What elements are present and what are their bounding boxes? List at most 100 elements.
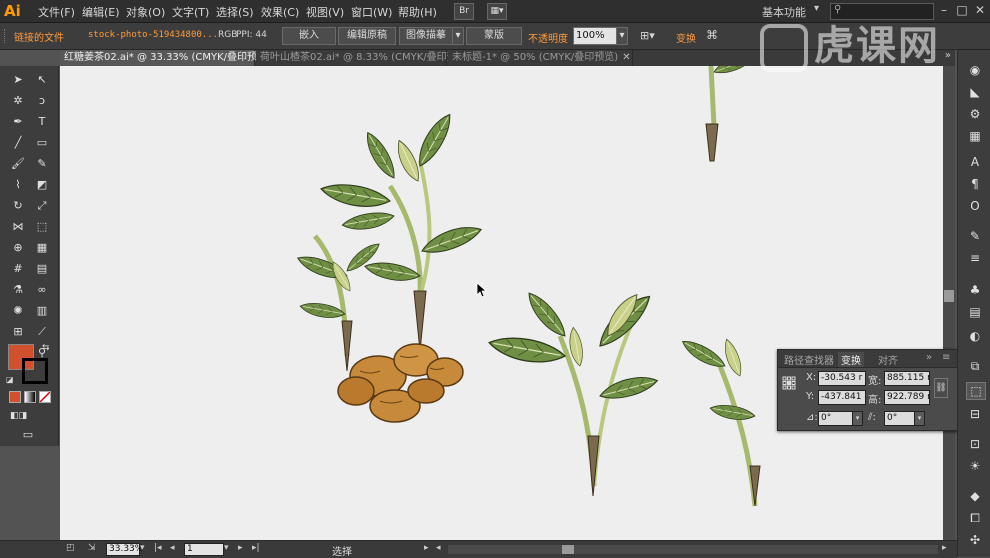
menu-help[interactable]: 帮助(H) bbox=[398, 4, 437, 20]
reference-point-grid-icon[interactable] bbox=[782, 376, 796, 390]
align-icon[interactable]: ⌘ bbox=[706, 28, 718, 42]
next-artboard-icon[interactable]: ▸ bbox=[238, 543, 243, 553]
close-icon[interactable]: ✕ bbox=[622, 52, 630, 63]
opacity-dropdown-icon[interactable]: ▾ bbox=[616, 27, 628, 45]
color-guide-panel-icon[interactable]: ◣ bbox=[966, 84, 984, 100]
pen-tool-icon[interactable]: ✒ bbox=[10, 115, 26, 129]
lasso-tool-icon[interactable]: ↄ bbox=[34, 94, 50, 108]
status-options-icon[interactable]: ▸ bbox=[424, 543, 429, 553]
symbol-sprayer-tool-icon[interactable]: ✺ bbox=[10, 304, 26, 318]
vertical-scrollbar[interactable] bbox=[943, 66, 955, 540]
horizontal-scroll-thumb[interactable] bbox=[562, 545, 574, 554]
arrange-documents-icon[interactable]: ▦▾ bbox=[487, 3, 507, 20]
gradient-panel-icon[interactable]: ▤ bbox=[966, 304, 984, 320]
gradient-tool-icon[interactable]: ▤ bbox=[34, 262, 50, 276]
menu-select[interactable]: 选择(S) bbox=[216, 4, 254, 20]
y-position-input[interactable]: -437.841 bbox=[818, 390, 866, 405]
tab-pathfinder[interactable]: 路径查找器 bbox=[784, 352, 834, 367]
appearance-panel-icon[interactable]: ⊡ bbox=[966, 436, 984, 452]
scale-tool-icon[interactable]: ⤢ bbox=[34, 199, 50, 213]
minimize-button[interactable]: – bbox=[936, 2, 952, 18]
tab-align[interactable]: 对齐 bbox=[878, 352, 898, 367]
stroke-color-swatch[interactable] bbox=[22, 358, 48, 384]
first-artboard-icon[interactable]: |◂ bbox=[154, 543, 162, 553]
screen-mode-icon[interactable]: ▭ bbox=[20, 428, 36, 442]
menu-object[interactable]: 对象(O) bbox=[126, 4, 165, 20]
perspective-grid-tool-icon[interactable]: ▦ bbox=[34, 241, 50, 255]
image-trace-button[interactable]: 图像描摹 bbox=[399, 27, 453, 45]
workspace-dropdown-icon[interactable]: ▾ bbox=[814, 3, 819, 14]
rotate-angle-input[interactable]: 0° bbox=[818, 411, 854, 426]
grip-handle[interactable] bbox=[4, 29, 9, 43]
zoom-dropdown-icon[interactable]: ▾ bbox=[140, 543, 145, 553]
transform-panel-icon[interactable]: ⬚ bbox=[966, 382, 986, 400]
shear-angle-dropdown-icon[interactable]: ▾ bbox=[914, 411, 925, 426]
character-panel-icon[interactable]: A bbox=[966, 154, 984, 170]
mesh-tool-icon[interactable]: # bbox=[10, 262, 26, 276]
direct-selection-tool-icon[interactable]: ↖ bbox=[34, 73, 50, 87]
drawing-mode-icon[interactable]: ◧◨ bbox=[10, 409, 27, 423]
paintbrush-tool-icon[interactable]: 🖌 bbox=[10, 157, 26, 171]
paragraph-panel-icon[interactable]: ¶ bbox=[966, 176, 984, 192]
maximize-button[interactable]: □ bbox=[954, 2, 970, 18]
last-artboard-icon[interactable]: ▸| bbox=[252, 543, 260, 553]
artboard-number-input[interactable]: 1 bbox=[184, 543, 224, 556]
bridge-icon[interactable]: Br bbox=[454, 3, 474, 20]
width-input[interactable]: 885.115 r bbox=[884, 371, 930, 386]
menu-effect[interactable]: 效果(C) bbox=[261, 4, 299, 20]
menu-type[interactable]: 文字(T) bbox=[172, 4, 209, 20]
close-button[interactable]: ✕ bbox=[972, 2, 988, 18]
menu-window[interactable]: 窗口(W) bbox=[351, 4, 392, 20]
artboard-canvas[interactable] bbox=[60, 66, 943, 540]
opacity-label[interactable]: 不透明度 bbox=[528, 30, 568, 45]
embed-button[interactable]: 嵌入 bbox=[282, 27, 336, 45]
transform-link[interactable]: 变换 bbox=[676, 30, 696, 45]
tab-document-1[interactable]: 红糖姜茶02.ai* @ 33.33% (CMYK/叠印预览)✕ bbox=[60, 50, 283, 66]
opacity-input[interactable]: 100% bbox=[573, 27, 617, 45]
swap-fill-stroke-icon[interactable]: ⇆ bbox=[42, 343, 50, 353]
scroll-left-icon[interactable]: ◂ bbox=[436, 543, 441, 553]
rotate-tool-icon[interactable]: ↻ bbox=[10, 199, 26, 213]
height-input[interactable]: 922.789 r bbox=[884, 390, 930, 405]
menu-view[interactable]: 视图(V) bbox=[306, 4, 344, 20]
horizontal-scrollbar[interactable] bbox=[448, 545, 938, 554]
transparency-panel-icon[interactable]: ◐ bbox=[966, 328, 984, 344]
tab-document-2[interactable]: 荷叶山楂茶02.ai* @ 8.33% (CMYK/叠印预览)✕ bbox=[256, 50, 483, 66]
column-graph-tool-icon[interactable]: ▥ bbox=[34, 304, 50, 318]
panel-menu-icon[interactable]: ≡ bbox=[942, 352, 950, 363]
kuler-panel-icon[interactable]: ⚙ bbox=[966, 106, 984, 122]
pathfinder-panel-icon[interactable]: ⧉ bbox=[966, 358, 984, 374]
default-fill-stroke-icon[interactable]: ◪ bbox=[6, 375, 14, 384]
selection-tool-icon[interactable]: ➤ bbox=[10, 73, 26, 87]
artboards-panel-icon[interactable]: ⧠ bbox=[966, 510, 984, 526]
type-tool-icon[interactable]: T bbox=[34, 115, 50, 129]
color-mode-button[interactable] bbox=[9, 391, 21, 403]
eraser-tool-icon[interactable]: ◩ bbox=[34, 178, 50, 192]
blob-brush-tool-icon[interactable]: ⌇ bbox=[10, 178, 26, 192]
magic-wand-tool-icon[interactable]: ✲ bbox=[10, 94, 26, 108]
rectangle-tool-icon[interactable]: ▭ bbox=[34, 136, 50, 150]
rotate-angle-dropdown-icon[interactable]: ▾ bbox=[852, 411, 863, 426]
tab-document-3[interactable]: 未标题-1* @ 50% (CMYK/叠印预览) ✕ bbox=[448, 50, 633, 66]
line-tool-icon[interactable]: ╱ bbox=[10, 136, 26, 150]
stroke-panel-icon[interactable]: ≡ bbox=[966, 250, 984, 266]
panel-collapse-icon[interactable]: » bbox=[926, 352, 932, 363]
vertical-scroll-thumb[interactable] bbox=[944, 290, 954, 302]
gradient-mode-button[interactable] bbox=[24, 391, 36, 403]
constrain-proportions-link-icon[interactable]: ⛓ bbox=[934, 378, 948, 398]
menu-edit[interactable]: 编辑(E) bbox=[82, 4, 120, 20]
shape-builder-tool-icon[interactable]: ⊕ bbox=[10, 241, 26, 255]
free-transform-tool-icon[interactable]: ⬚ bbox=[34, 220, 50, 234]
recolor-icon[interactable]: ⊞▾ bbox=[640, 29, 655, 42]
symbols-panel-icon[interactable]: ♣ bbox=[966, 282, 984, 298]
tab-transform[interactable]: 变换 bbox=[838, 352, 864, 367]
mask-button[interactable]: 蒙版 bbox=[466, 27, 522, 45]
links-panel-icon[interactable]: ✣ bbox=[966, 532, 984, 548]
scroll-right-icon[interactable]: ▸ bbox=[942, 543, 947, 553]
menu-file[interactable]: 文件(F) bbox=[38, 4, 75, 20]
slice-tool-icon[interactable]: ⟋ bbox=[34, 325, 50, 339]
x-position-input[interactable]: -30.543 r bbox=[818, 371, 866, 386]
status-menu-icon[interactable]: ◰ bbox=[66, 543, 75, 553]
pencil-tool-icon[interactable]: ✎ bbox=[34, 157, 50, 171]
edit-original-button[interactable]: 编辑原稿 bbox=[338, 27, 396, 45]
